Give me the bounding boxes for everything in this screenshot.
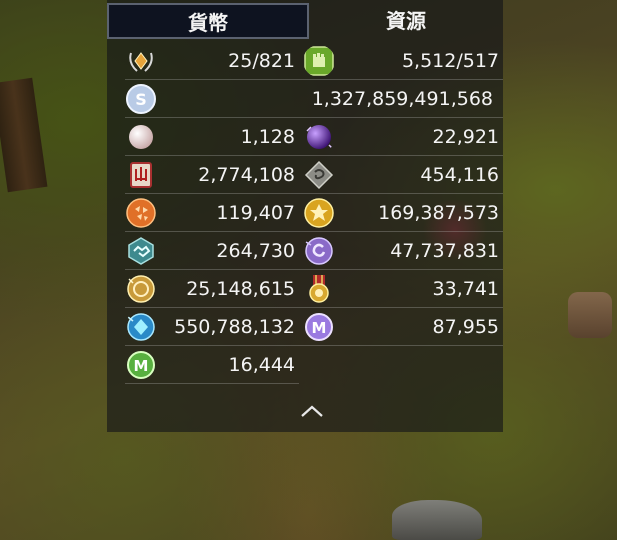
teal-handshake-icon xyxy=(128,237,154,265)
resource-value: 169,387,573 xyxy=(378,202,499,224)
resource-cell[interactable]: 454,116 xyxy=(303,156,503,194)
resource-value: 47,737,831 xyxy=(390,240,499,262)
resource-cell[interactable]: M 87,955 xyxy=(303,308,503,346)
green-m-coin-icon: M xyxy=(127,351,155,379)
orange-fragments-icon xyxy=(126,198,156,228)
resource-cell[interactable]: 2,774,108 xyxy=(125,156,299,194)
red-scroll-icon xyxy=(130,162,152,188)
resource-value: 119,407 xyxy=(216,202,295,224)
tab-bar: 貨幣 資源 xyxy=(107,0,503,42)
resource-cell[interactable]: S 1,327,859,491,568 xyxy=(125,80,503,118)
blue-gem-icon xyxy=(127,313,155,341)
resource-cell[interactable]: M 16,444 xyxy=(125,346,299,384)
resource-cell[interactable]: 25/821 xyxy=(125,42,299,80)
gold-crest-icon xyxy=(304,198,334,228)
tab-resources[interactable]: 資源 xyxy=(309,3,503,39)
resource-value: 2,774,108 xyxy=(198,164,295,186)
purple-m-coin-icon: M xyxy=(305,313,333,341)
gray-rune-stone-icon xyxy=(304,160,334,190)
resource-cell[interactable]: 33,741 xyxy=(303,270,503,308)
resource-value: 5,512/517 xyxy=(401,50,499,72)
list-item: 25/821 5,512/517 xyxy=(125,42,503,80)
silver-s-coin-icon: S xyxy=(126,84,156,114)
resource-value: 550,788,132 xyxy=(174,316,295,338)
list-item: 264,730 47,737,831 xyxy=(125,232,503,270)
tab-currency[interactable]: 貨幣 xyxy=(107,3,309,39)
resource-value: 454,116 xyxy=(420,164,499,186)
background-log xyxy=(0,77,48,193)
resource-value: 87,955 xyxy=(432,316,499,338)
resource-value: 1,327,859,491,568 xyxy=(311,88,493,110)
gold-coin-icon xyxy=(127,275,155,303)
resource-cell[interactable]: 550,788,132 xyxy=(125,308,299,346)
medal-icon xyxy=(309,275,329,303)
purple-swirl-icon xyxy=(305,237,333,265)
list-item: 550,788,132 M 87,955 xyxy=(125,308,503,346)
resource-cell[interactable]: 5,512/517 xyxy=(303,42,503,80)
resource-cell[interactable]: 22,921 xyxy=(303,118,503,156)
svg-text:S: S xyxy=(135,90,147,109)
resource-value: 1,128 xyxy=(240,126,295,148)
svg-text:M: M xyxy=(312,319,327,337)
resource-value: 25,148,615 xyxy=(186,278,295,300)
pearl-icon xyxy=(129,125,153,149)
resource-value: 264,730 xyxy=(216,240,295,262)
resource-value: 25/821 xyxy=(228,50,295,72)
resource-value: 16,444 xyxy=(228,354,295,376)
background-stump xyxy=(568,292,612,338)
resource-value: 33,741 xyxy=(432,278,499,300)
resource-cell[interactable]: 47,737,831 xyxy=(303,232,503,270)
resource-cell[interactable]: 119,407 xyxy=(125,194,299,232)
list-item: 1,128 22,921 xyxy=(125,118,503,156)
green-fist-icon xyxy=(304,46,334,76)
resource-cell[interactable]: 1,128 xyxy=(125,118,299,156)
resource-cell[interactable]: 169,387,573 xyxy=(303,194,503,232)
currency-panel: 貨幣 資源 25/821 5,512/517 S 1,327,859,491,5… xyxy=(107,0,503,432)
row-divider xyxy=(125,383,299,384)
svg-text:M: M xyxy=(134,357,149,375)
purple-orb-icon xyxy=(306,125,333,149)
list-item: 2,774,108 454,116 xyxy=(125,156,503,194)
wreath-diamond-icon xyxy=(129,52,153,72)
chevron-up-icon[interactable] xyxy=(299,403,325,419)
list-item: M 16,444 xyxy=(125,346,503,384)
list-item: S 1,327,859,491,568 xyxy=(125,80,503,118)
resource-value: 22,921 xyxy=(432,126,499,148)
background-rock xyxy=(392,500,482,540)
resource-cell[interactable]: 264,730 xyxy=(125,232,299,270)
resource-cell[interactable]: 25,148,615 xyxy=(125,270,299,308)
list-item: 25,148,615 33,741 xyxy=(125,270,503,308)
list-item: 119,407 169,387,573 xyxy=(125,194,503,232)
